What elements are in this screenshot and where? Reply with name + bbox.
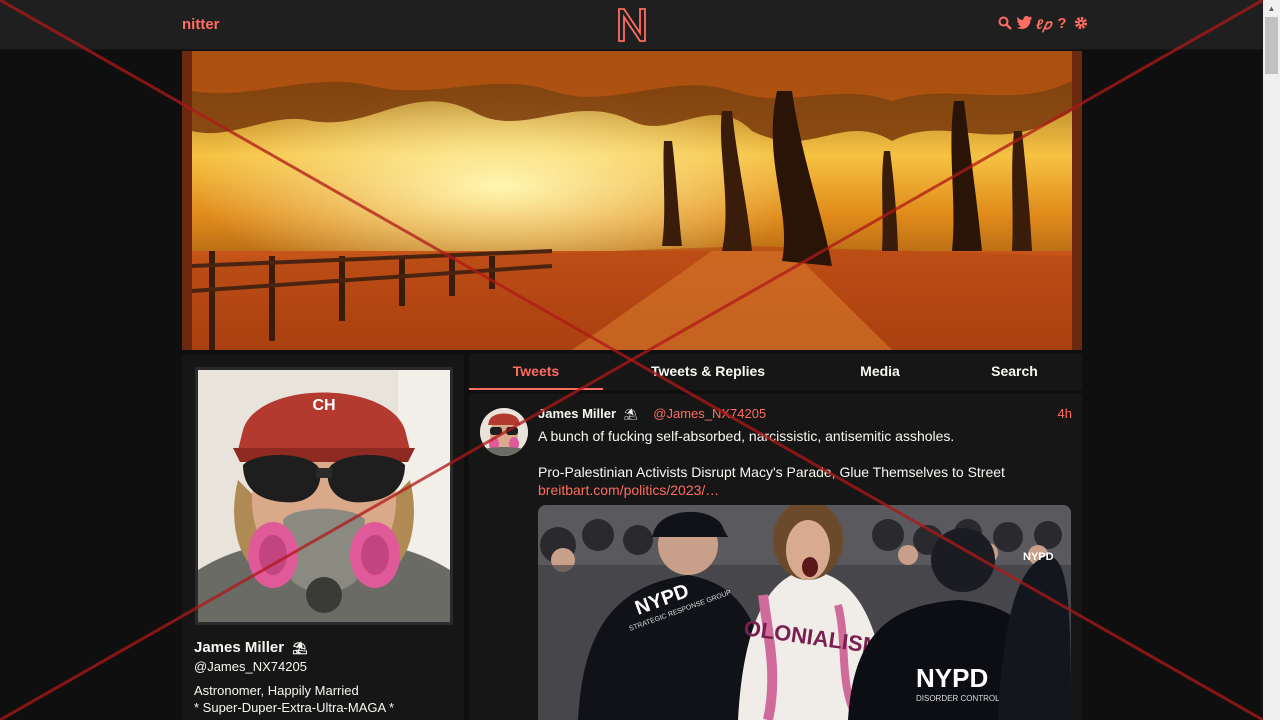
- avatar-image: CH: [198, 370, 450, 622]
- brand-link[interactable]: nitter: [182, 16, 220, 33]
- tab-search[interactable]: Search: [947, 354, 1082, 390]
- nav-icons: ℓ𝑝 ?: [998, 16, 1088, 32]
- profile-fullname-text[interactable]: James Miller: [194, 639, 284, 656]
- bio-line: Astronomer, Happily Married: [194, 683, 359, 698]
- profile-bio: Astronomer, Happily Married * Super-Dupe…: [194, 682, 394, 716]
- rss-icon[interactable]: ℓ𝑝: [1036, 16, 1051, 32]
- search-icon[interactable]: [998, 16, 1012, 32]
- nitter-logo-icon[interactable]: [616, 7, 648, 43]
- media-badge-right: NYPD: [916, 663, 988, 693]
- profile-avatar[interactable]: CH: [195, 367, 453, 625]
- tweet-media-image[interactable]: NYPD STRATEGIC RESPONSE GROUP OLONIALISM…: [538, 505, 1071, 720]
- tweet-content: A bunch of fucking self-absorbed, narcis…: [538, 427, 1072, 499]
- profile-banner[interactable]: [182, 51, 1082, 350]
- timeline-tabs: Tweets Tweets & Replies Media Search: [469, 354, 1082, 390]
- svg-text:CH: CH: [312, 397, 335, 414]
- tab-media[interactable]: Media: [813, 354, 947, 390]
- top-navbar: nitter ℓ𝑝 ?: [0, 0, 1263, 50]
- profile-fullname[interactable]: James Miller ⛱: [194, 639, 307, 656]
- profile-card: CH James Miller ⛱ @James_NX74205 Astrono…: [182, 355, 464, 720]
- tab-tweets[interactable]: Tweets: [469, 354, 603, 390]
- tweet-avatar[interactable]: [480, 408, 528, 456]
- verified-badge-icon: ⛱: [623, 409, 638, 421]
- timeline: James Miller ⛱ @James_NX74205 4h A bunch…: [469, 394, 1082, 720]
- media-badge-far-right: NYPD: [1023, 551, 1054, 563]
- protest-photo: NYPD STRATEGIC RESPONSE GROUP OLONIALISM…: [538, 505, 1071, 720]
- twitter-bird-icon[interactable]: [1016, 16, 1032, 32]
- verified-badge-icon: ⛱: [292, 641, 308, 655]
- help-icon[interactable]: ?: [1055, 16, 1069, 32]
- scroll-up-arrow-icon[interactable]: ▲: [1263, 0, 1280, 17]
- page-scrollbar[interactable]: ▲: [1263, 0, 1280, 720]
- tweet-avatar-image: [480, 408, 528, 456]
- tweet-text: A bunch of fucking self-absorbed, narcis…: [538, 428, 955, 444]
- autumn-landscape-image: [192, 51, 1072, 350]
- profile-username[interactable]: @James_NX74205: [194, 659, 307, 674]
- tweet-quote-title: Pro-Palestinian Activists Disrupt Macy's…: [538, 464, 1005, 480]
- tweet-username[interactable]: @James_NX74205: [653, 406, 766, 421]
- scroll-thumb[interactable]: [1265, 17, 1278, 74]
- tweet-date[interactable]: 4h: [1058, 406, 1072, 421]
- settings-gear-icon[interactable]: [1074, 16, 1088, 32]
- tab-tweets-replies[interactable]: Tweets & Replies: [603, 354, 813, 390]
- tweet-fullname[interactable]: James Miller: [538, 406, 616, 421]
- bio-line: * Super-Duper-Extra-Ultra-MAGA *: [194, 700, 395, 715]
- tweet-link[interactable]: breitbart.com/politics/2023/…: [538, 482, 719, 498]
- tweet-header: James Miller ⛱ @James_NX74205 4h: [538, 406, 1072, 421]
